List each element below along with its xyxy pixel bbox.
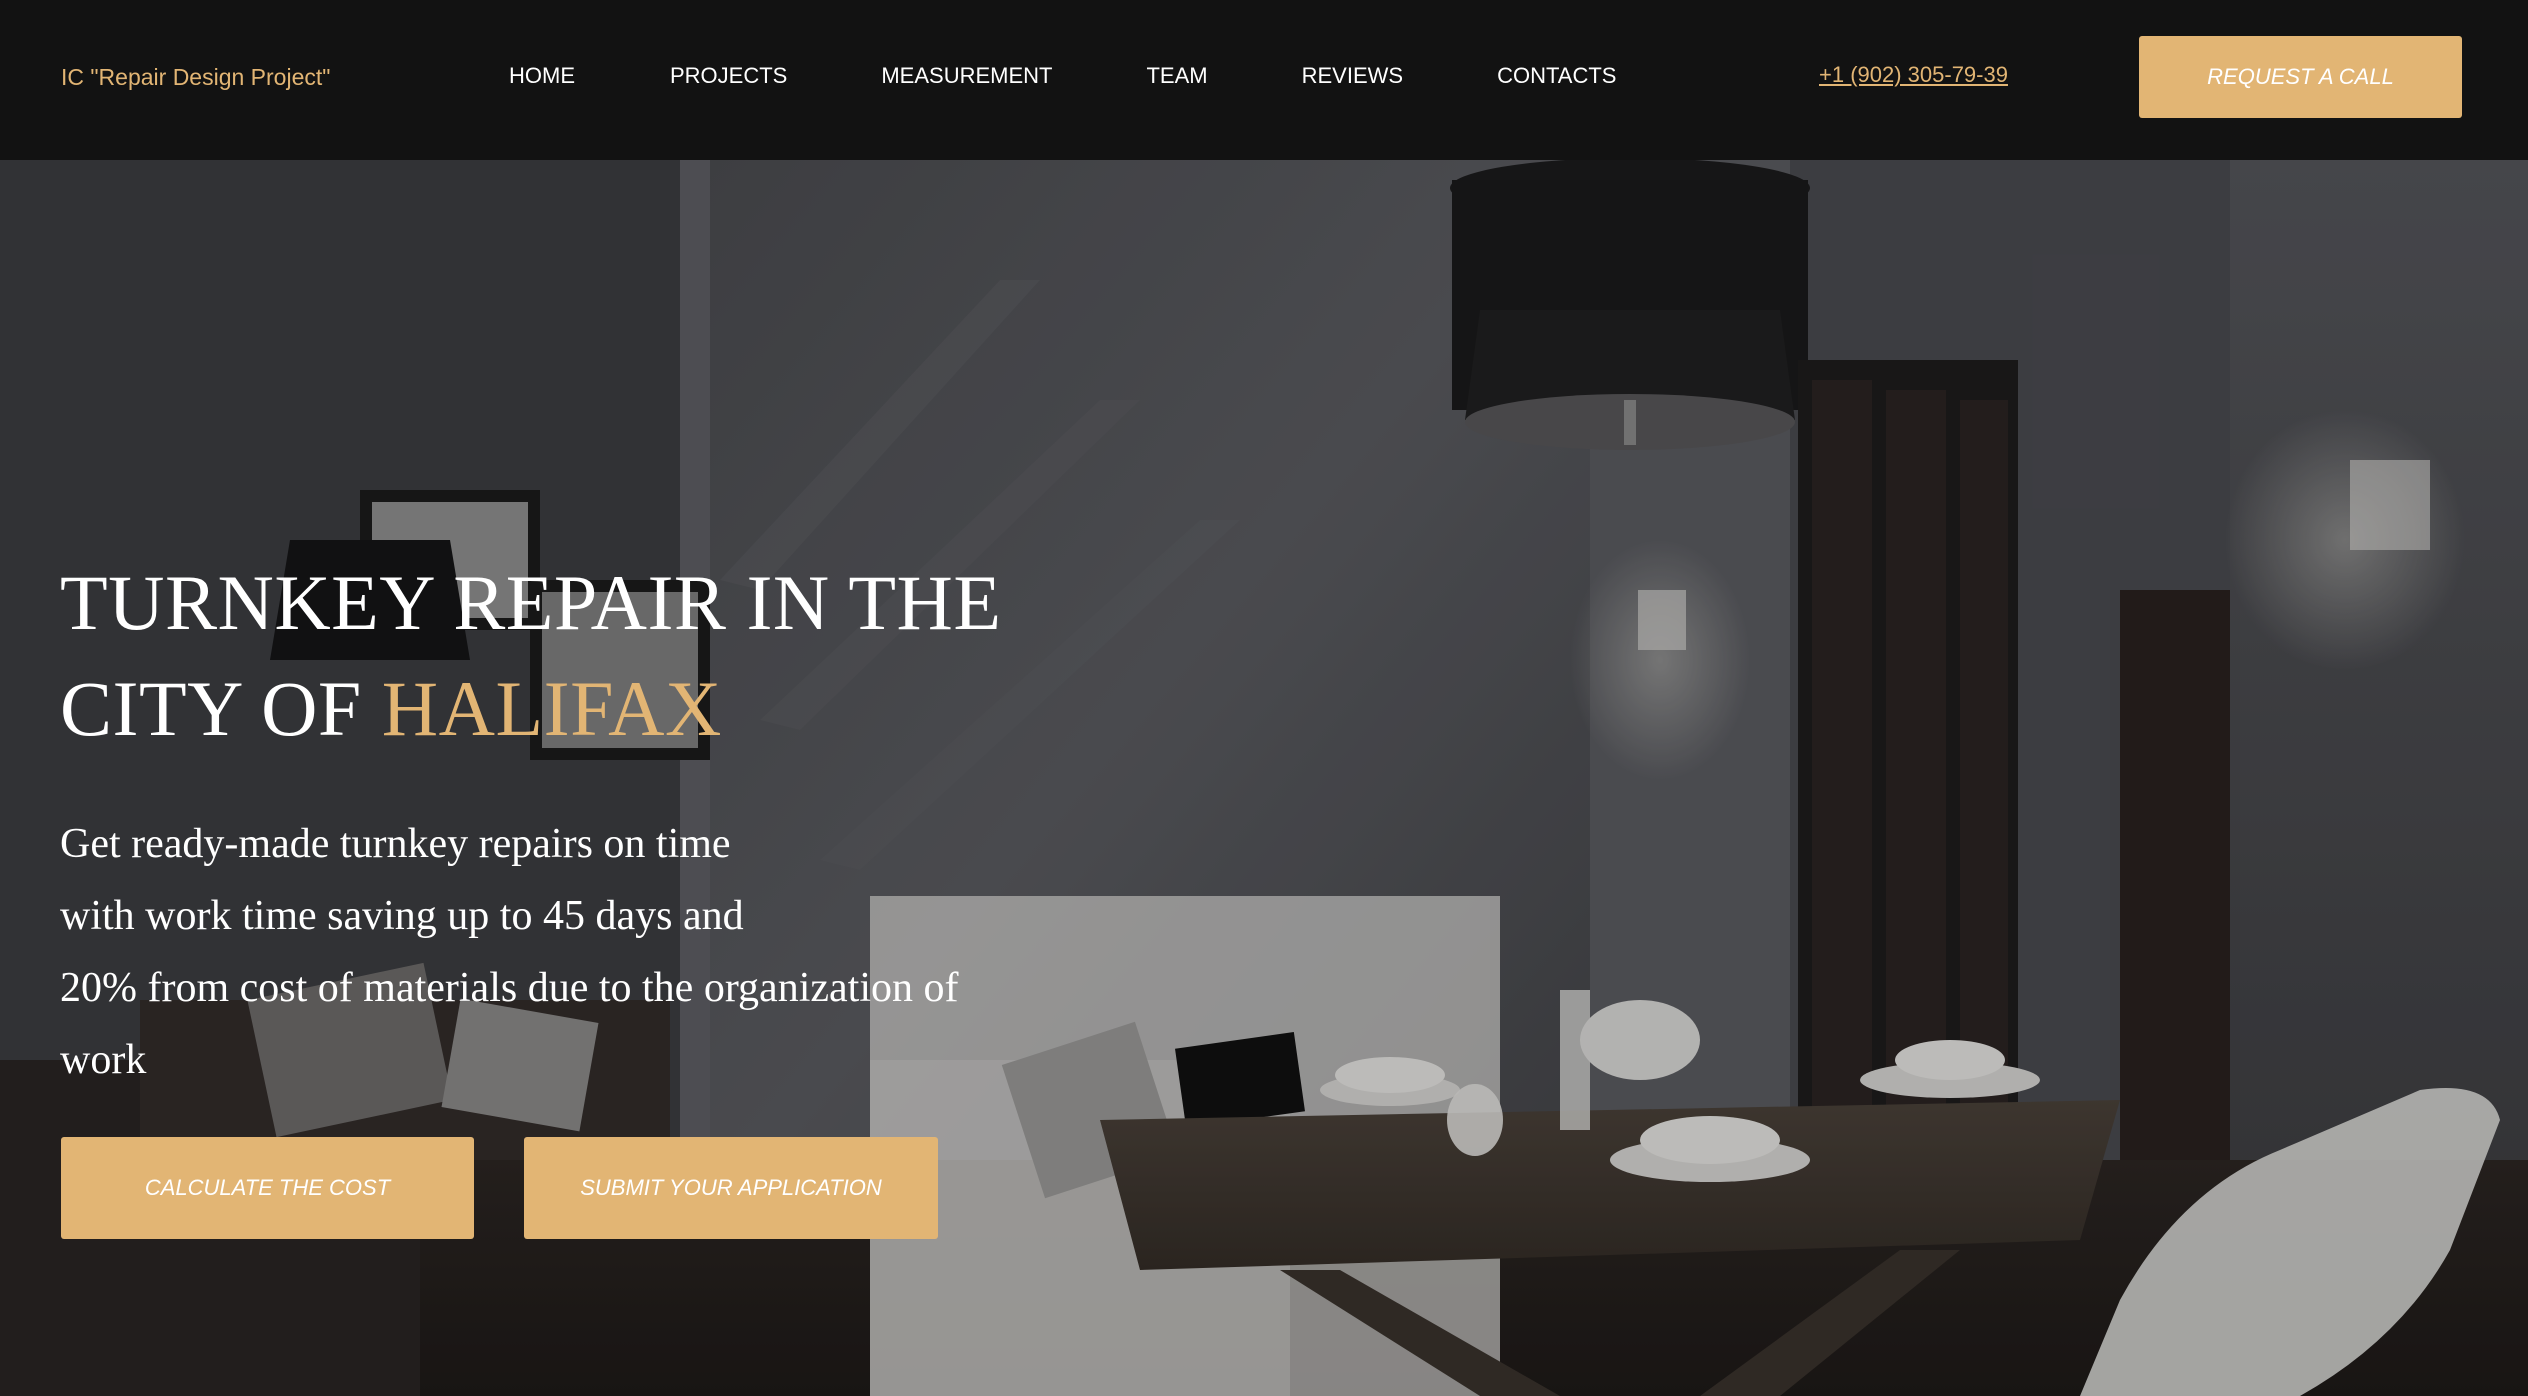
hero-section: TURNKEY REPAIR IN THE CITY OF HALIFAX Ge… — [0, 160, 2528, 1396]
hero-subtitle: Get ready-made turnkey repairs on time w… — [60, 808, 1060, 1096]
phone-link[interactable]: +1 (902) 305-79-39 — [1819, 62, 2008, 88]
hero-title-accent: HALIFAX — [381, 665, 722, 752]
nav-item-measurement[interactable]: MEASUREMENT — [881, 63, 1052, 89]
request-call-button[interactable]: REQUEST A CALL — [2139, 36, 2462, 118]
hero-subtitle-line: 20% from cost of materials due to the or… — [60, 965, 959, 1011]
hero-title-line2: CITY OF — [60, 665, 382, 752]
hero-subtitle-line: Get ready-made turnkey repairs on time — [60, 821, 731, 867]
site-header: IC "Repair Design Project" HOME PROJECTS… — [0, 0, 2528, 160]
nav-item-projects[interactable]: PROJECTS — [670, 63, 787, 89]
nav-item-reviews[interactable]: REVIEWS — [1302, 63, 1403, 89]
submit-application-button[interactable]: SUBMIT YOUR APPLICATION — [524, 1137, 938, 1239]
nav-item-team[interactable]: TEAM — [1146, 63, 1207, 89]
nav-item-home[interactable]: HOME — [509, 63, 575, 89]
hero-subtitle-line: work — [60, 1037, 147, 1083]
nav-item-contacts[interactable]: CONTACTS — [1497, 63, 1616, 89]
calculate-cost-button[interactable]: CALCULATE THE COST — [61, 1137, 474, 1239]
hero-title: TURNKEY REPAIR IN THE CITY OF HALIFAX — [60, 550, 1160, 762]
hero-subtitle-line: with work time saving up to 45 days and — [60, 893, 744, 939]
main-nav: HOME PROJECTS MEASUREMENT TEAM REVIEWS C… — [509, 63, 1616, 89]
logo[interactable]: IC "Repair Design Project" — [61, 64, 330, 90]
hero-title-line1: TURNKEY REPAIR IN THE — [60, 559, 1002, 646]
